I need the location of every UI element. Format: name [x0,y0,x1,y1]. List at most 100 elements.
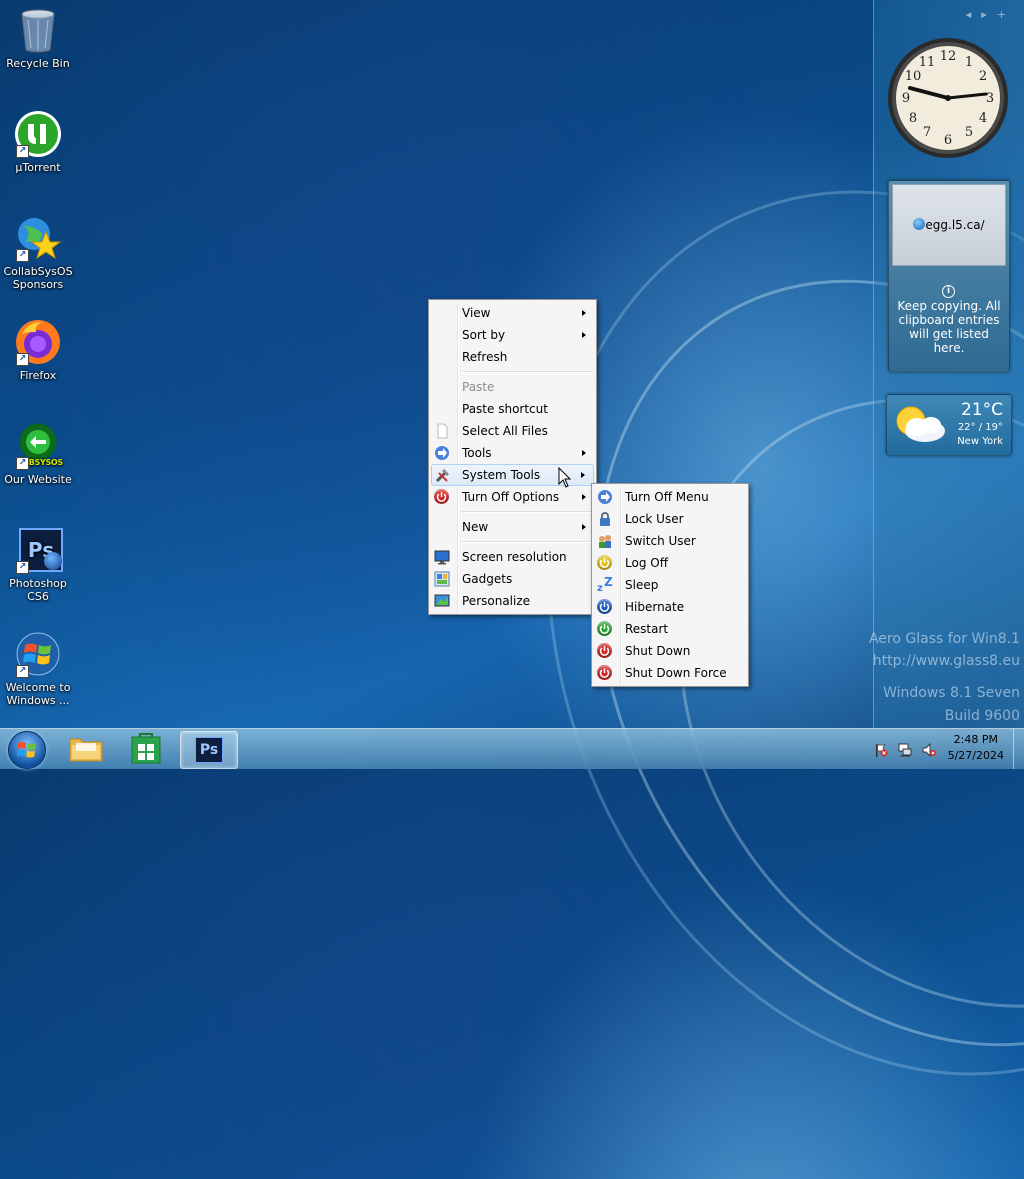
submenu-item-hibernate[interactable]: Hibernate [592,596,748,618]
taskbar-clock[interactable]: 2:48 PM 5/27/2024 [948,732,1004,764]
submenu-item-sleep[interactable]: zZ Sleep [592,574,748,596]
desktop-icon-label: Firefox [19,369,57,382]
globe-overlay-icon [44,552,62,570]
gadgets-icon [434,571,450,587]
menu-item-select-all-files[interactable]: Select All Files [429,420,596,442]
submenu-item-switch-user[interactable]: Switch User [592,530,748,552]
tray-network-icon[interactable] [898,742,912,757]
store-icon [131,733,161,764]
submenu-item-log-off[interactable]: Log Off [592,552,748,574]
start-button[interactable] [8,731,46,769]
clipboard-url: egg.l5.ca/ [925,218,985,232]
weather-gadget[interactable]: 21°C 22° / 19° New York [886,394,1012,456]
taskbar-file-explorer[interactable] [58,731,114,767]
tray-volume-icon[interactable] [922,742,936,758]
clock-face: 12 1 2 3 4 5 6 7 8 9 10 11 [888,38,1008,158]
firefox-icon: ↗ [14,318,62,366]
menu-item-new[interactable]: New [429,516,596,538]
hibernate-icon [597,599,612,614]
tray-flag-icon[interactable] [874,742,888,757]
shortcut-arrow-icon: ↗ [16,457,29,470]
submenu-item-shut-down-force[interactable]: Shut Down Force [592,662,748,684]
menu-item-label: Screen resolution [462,550,567,564]
menu-item-tools[interactable]: Tools [429,442,596,464]
menu-item-label: Gadgets [462,572,513,586]
clock-numeral: 6 [944,133,952,148]
taskbar: Ps 2:48 PM 5/27/2024 [0,728,1024,769]
taskbar-photoshop[interactable]: Ps [180,731,238,769]
desktop-icon-label: Recycle Bin [6,57,70,70]
weather-range: 22° / 19° [957,422,1003,433]
menu-item-label: Personalize [462,594,531,608]
submenu-arrow-icon [582,524,586,530]
restart-icon [597,621,612,636]
desktop-icon-label: Welcome to Windows ... [5,681,71,707]
recycle-bin-icon [14,6,62,54]
clock-numeral: 10 [905,69,922,84]
power-icon [434,489,449,504]
desktop-icon-photoshop[interactable]: Ps ↗ Photoshop CS6 [0,526,76,603]
menu-item-label: Paste [462,380,495,394]
photoshop-icon: Ps ↗ [14,526,63,574]
globe-icon [913,218,926,230]
submenu-item-restart[interactable]: Restart [592,618,748,640]
clock-numeral: 2 [979,69,987,84]
menu-item-label: Turn Off Menu [625,490,709,504]
desktop-icon-recycle-bin[interactable]: Recycle Bin [0,6,76,70]
menu-item-label: Hibernate [625,600,685,614]
monitor-icon [434,549,450,565]
desktop-icon-utorrent[interactable]: ↗ µTorrent [0,110,76,174]
mouse-cursor-icon [558,466,572,493]
menu-item-label: System Tools [462,468,541,482]
users-icon [597,533,613,549]
submenu-arrow-icon [582,310,586,316]
folder-icon [69,738,103,762]
submenu-arrow-icon [582,450,586,456]
menu-item-paste[interactable]: Paste [429,376,596,398]
photoshop-icon: Ps [195,737,223,763]
menu-item-label: Switch User [625,534,696,548]
menu-item-label: View [462,306,491,320]
desktop-icon-our-website[interactable]: LABSYSOS ↗ Our Website [0,422,76,486]
desktop-icon-collabsysos-sponsors[interactable]: ↗ CollabSysOS Sponsors [0,214,76,291]
menu-item-refresh[interactable]: Refresh [429,346,596,368]
menu-item-label: Sort by [462,328,506,342]
submenu-arrow-icon [582,494,586,500]
menu-item-label: Paste shortcut [462,402,548,416]
menu-item-screen-resolution[interactable]: Screen resolution [429,546,596,568]
taskbar-date: 5/27/2024 [947,749,1004,762]
menu-item-gadgets[interactable]: Gadgets [429,568,596,590]
menu-item-sort-by[interactable]: Sort by [429,324,596,346]
show-desktop-button[interactable] [1013,729,1024,769]
menu-item-label: Sleep [625,578,659,592]
clipboard-gadget[interactable]: egg.l5.ca/ i Keep copying. All clipboard… [888,180,1010,372]
clock-numeral: 1 [965,55,973,70]
menu-item-label: Turn Off Options [462,490,560,504]
menu-item-label: Shut Down Force [625,666,727,680]
submenu-item-turn-off-menu[interactable]: Turn Off Menu [592,486,748,508]
desktop-icon-welcome[interactable]: ↗ Welcome to Windows ... [0,630,76,707]
shortcut-arrow-icon: ↗ [16,665,29,678]
menu-item-view[interactable]: View [429,302,596,324]
clipboard-entry[interactable]: egg.l5.ca/ [892,184,1006,266]
taskbar-store[interactable] [118,731,174,767]
menu-item-paste-shortcut[interactable]: Paste shortcut [429,398,596,420]
shortcut-arrow-icon: ↗ [16,145,29,158]
sleep-icon: zZ [597,575,613,594]
submenu-arrow-icon [582,332,586,338]
menu-item-personalize[interactable]: Personalize [429,590,596,612]
menu-item-label: Lock User [625,512,684,526]
menu-item-label: Shut Down [625,644,691,658]
desktop-icon-firefox[interactable]: ↗ Firefox [0,318,76,382]
submenu-item-lock-user[interactable]: Lock User [592,508,748,530]
tools-icon [435,467,451,483]
globe-star-icon: ↗ [14,214,62,262]
blue-arrow-icon [434,445,450,461]
clock-gadget[interactable]: 12 1 2 3 4 5 6 7 8 9 10 11 [886,36,1010,160]
log-off-icon [597,555,612,570]
submenu-item-shut-down[interactable]: Shut Down [592,640,748,662]
clock-numeral: 4 [979,111,987,126]
submenu-arrow-icon [581,472,585,478]
menu-separator [461,371,594,373]
sidebar-controls[interactable]: ◂▸+ [966,8,1016,21]
